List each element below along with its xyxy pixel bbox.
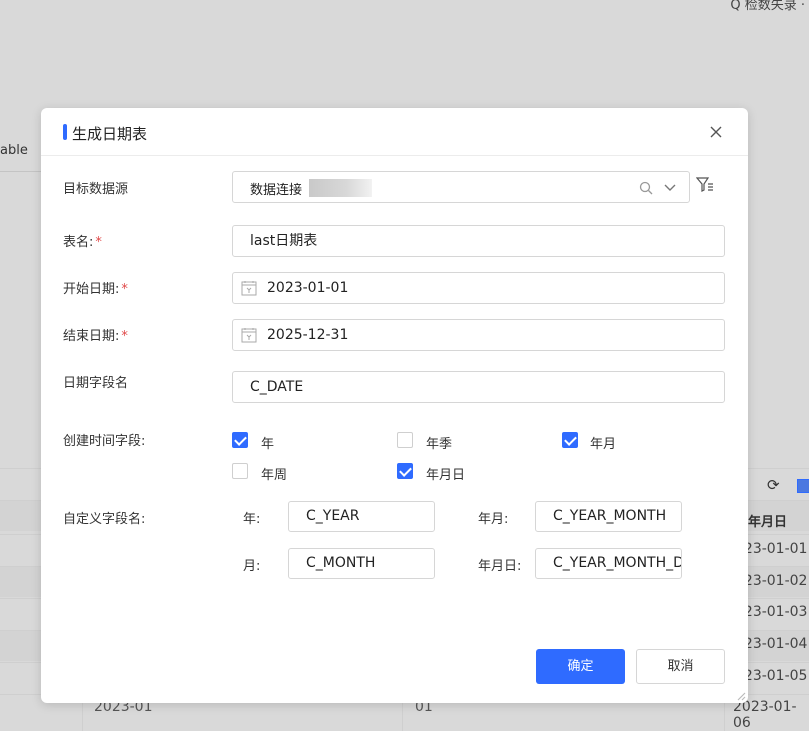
grid-header-label: 年月日 xyxy=(748,515,788,530)
checkbox-year-week[interactable] xyxy=(232,463,248,479)
background-tab[interactable]: able xyxy=(0,128,42,172)
required-mark: * xyxy=(95,235,102,250)
checkbox-year-quarter[interactable] xyxy=(397,432,413,448)
end-date-label: 结束日期: * xyxy=(63,329,128,344)
month-name-input[interactable]: C_MONTH xyxy=(288,548,435,579)
year-month-day-name-label: 年月日: xyxy=(478,559,522,574)
month-name-label: 月: xyxy=(243,559,261,574)
header-checkbox[interactable] xyxy=(797,479,809,493)
datasource-select[interactable]: 数据连接 xyxy=(232,171,690,203)
confirm-button[interactable]: 确定 xyxy=(536,649,625,684)
table-name-input[interactable]: last日期表 xyxy=(232,225,725,257)
year-month-name-label: 年月: xyxy=(478,512,509,527)
required-mark: * xyxy=(121,282,128,297)
dialog-title: 生成日期表 xyxy=(72,125,148,143)
required-mark: * xyxy=(121,329,128,344)
generate-date-table-dialog: 生成日期表 目标数据源 数据连接 表名: * last日期表 开始日期: * 202… xyxy=(41,108,748,703)
year-name-input[interactable]: C_YEAR xyxy=(288,501,435,532)
dialog-header: 生成日期表 xyxy=(41,108,748,156)
year-month-name-input[interactable]: C_YEAR_MONTH xyxy=(535,501,682,532)
start-date-label: 开始日期: * xyxy=(63,282,128,297)
table-name-label: 表名: * xyxy=(63,235,102,250)
calendar-icon[interactable] xyxy=(241,327,257,343)
redacted-mask xyxy=(309,179,372,197)
checkbox-year-quarter-label: 年季 xyxy=(426,437,453,452)
close-icon[interactable] xyxy=(708,124,724,140)
checkbox-year-month-label: 年月 xyxy=(590,437,617,452)
year-name-label: 年: xyxy=(243,512,261,527)
date-field-input[interactable]: C_DATE xyxy=(232,371,725,403)
checkbox-year-label: 年 xyxy=(261,437,275,452)
title-accent-bar xyxy=(63,124,67,140)
datasource-value: 数据连接 xyxy=(250,183,303,198)
start-date-input[interactable]: 2023-01-01 xyxy=(232,272,725,304)
date-field-label: 日期字段名 xyxy=(63,376,129,391)
background-topbar: Q 检数失录 · xyxy=(0,0,809,25)
checkbox-year-week-label: 年周 xyxy=(261,468,288,483)
time-fields-label: 创建时间字段: xyxy=(63,434,146,449)
cancel-button[interactable]: 取消 xyxy=(636,649,725,684)
checkbox-year-month-day[interactable] xyxy=(397,463,413,479)
search-icon[interactable] xyxy=(639,181,653,195)
grid-date-cell: 2023-01-06 xyxy=(733,699,797,731)
checkbox-year-month-day-label: 年月日 xyxy=(426,468,466,483)
custom-names-label: 自定义字段名: xyxy=(63,512,146,527)
filter-icon[interactable] xyxy=(696,176,714,194)
refresh-icon[interactable]: ⟳ xyxy=(767,476,780,494)
background-search-link[interactable]: Q 检数失录 · xyxy=(730,0,805,13)
checkbox-year-month[interactable] xyxy=(562,432,578,448)
resize-handle-icon[interactable] xyxy=(736,691,746,701)
end-date-input[interactable]: 2025-12-31 xyxy=(232,319,725,351)
checkbox-year[interactable] xyxy=(232,432,248,448)
calendar-icon[interactable] xyxy=(241,280,257,296)
year-month-day-name-input[interactable]: C_YEAR_MONTH_DAY xyxy=(535,548,682,579)
datasource-label: 目标数据源 xyxy=(63,182,129,197)
chevron-down-icon[interactable] xyxy=(663,182,677,194)
